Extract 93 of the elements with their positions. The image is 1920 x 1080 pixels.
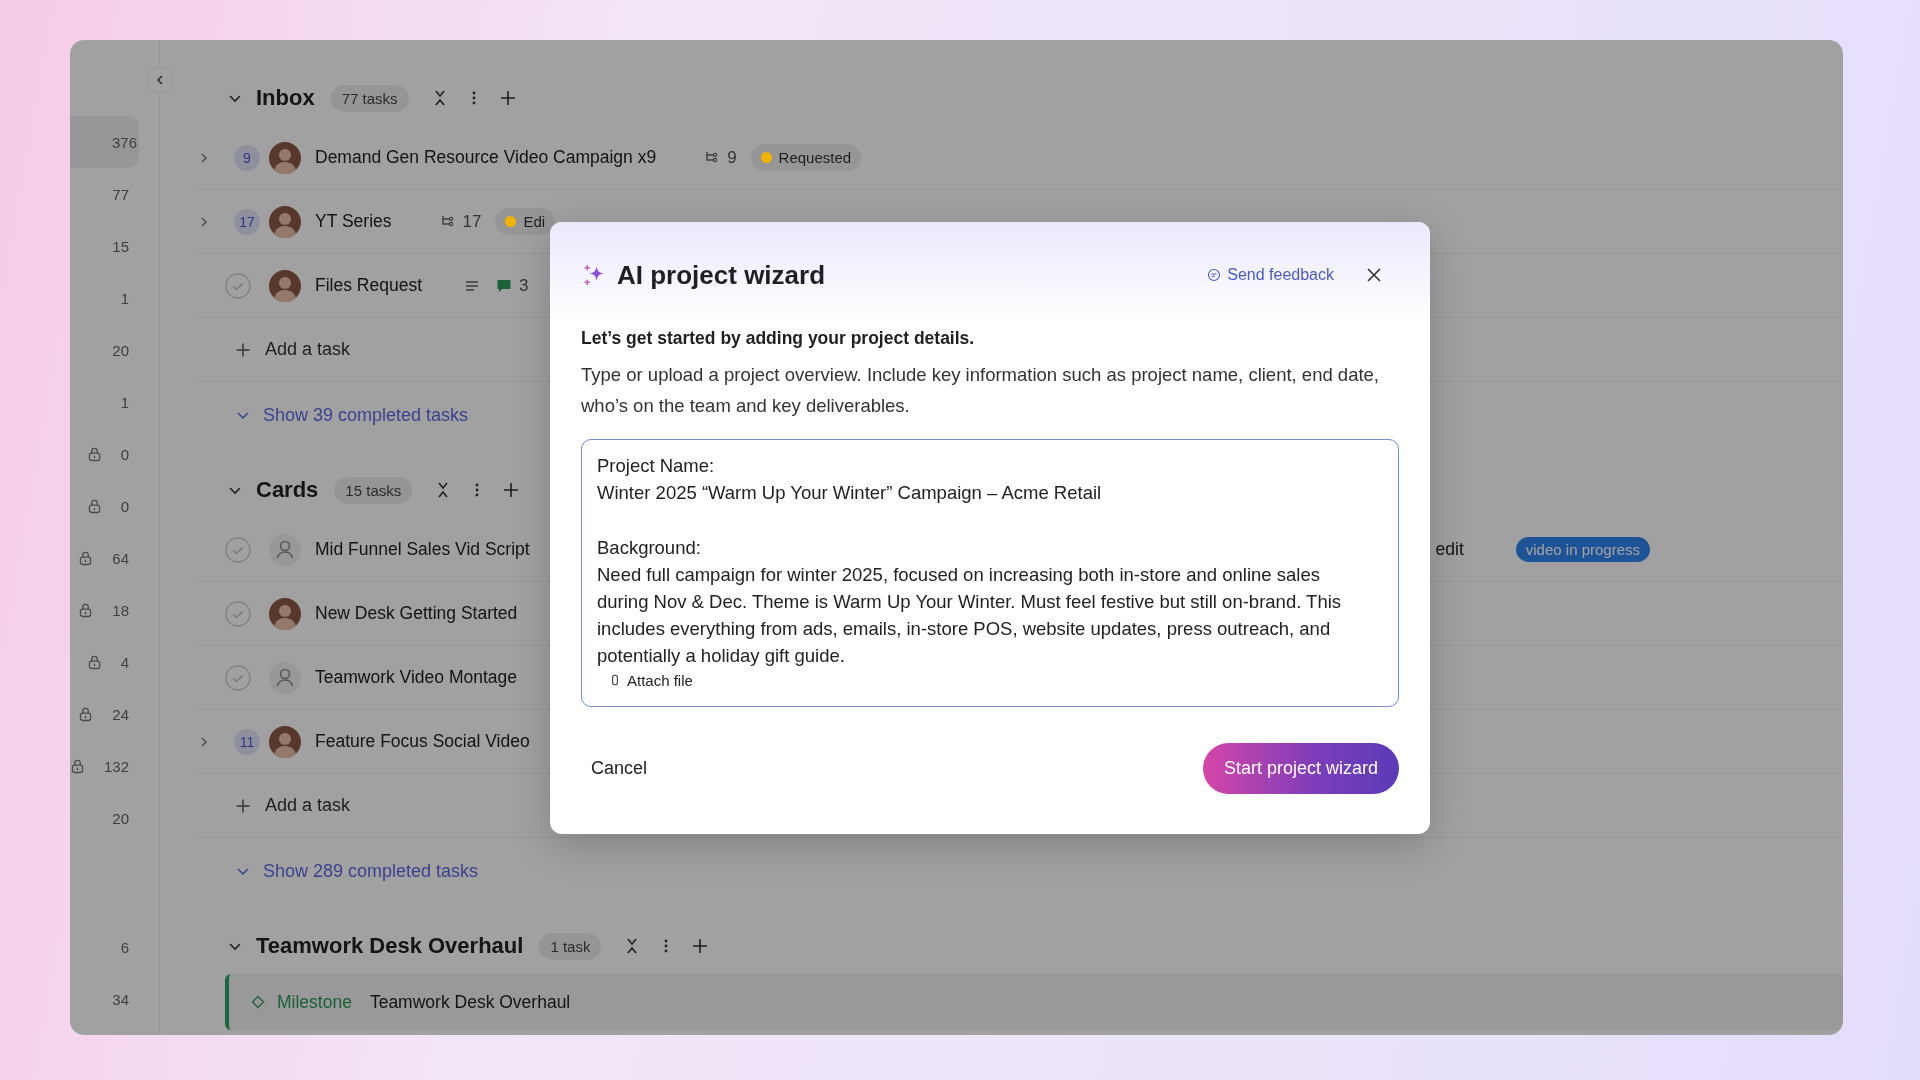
- task-title[interactable]: New Desk Getting Started: [315, 603, 518, 624]
- plus-icon: [235, 341, 251, 358]
- lock-icon: [79, 550, 93, 566]
- count-text: 0: [120, 445, 129, 463]
- attach-file-button[interactable]: Attach file: [597, 669, 707, 691]
- count-text: 376: [111, 133, 137, 151]
- lock-icon: [87, 654, 101, 670]
- project-count[interactable]: 1: [70, 376, 159, 428]
- lock-icon: [79, 602, 93, 618]
- subtask-count: 11: [234, 728, 260, 755]
- chevron-left-icon: [154, 74, 166, 86]
- diamond-icon: [251, 995, 265, 1009]
- start-wizard-button[interactable]: Start project wizard: [1202, 743, 1399, 794]
- instructions-text: Type or upload a project overview. Include key information such as project name, client, end date, who’s on the team and key deliverables.: [581, 363, 1380, 418]
- status-pill[interactable]: Edi: [495, 208, 556, 235]
- task-title[interactable]: Files Request: [315, 275, 422, 296]
- count-text: 20: [112, 809, 129, 827]
- project-count[interactable]: 132: [70, 740, 159, 792]
- task-title: Teamwork Desk Overhaul: [369, 991, 571, 1013]
- comment-count: 3: [519, 275, 529, 296]
- count-text: 77: [112, 185, 129, 203]
- dialog-title: AI project wizard: [617, 259, 826, 291]
- collapse-sidebar-button[interactable]: [146, 66, 174, 94]
- show-completed-link[interactable]: Show 289 completed tasks: [235, 856, 479, 886]
- close-icon: [1366, 267, 1382, 283]
- project-count[interactable]: 6: [70, 921, 159, 973]
- comment-icon: [496, 277, 512, 294]
- task-title[interactable]: Teamwork Video Montage: [315, 667, 517, 688]
- complete-checkbox[interactable]: [225, 536, 251, 563]
- lock-icon: [87, 446, 101, 462]
- count-text: 6: [120, 938, 129, 956]
- project-count[interactable]: 0: [70, 428, 159, 480]
- project-count[interactable]: 1: [70, 272, 159, 324]
- task-count: 77 tasks: [330, 84, 409, 112]
- subtask-count: 9: [234, 144, 260, 171]
- project-count[interactable]: 20: [70, 324, 159, 376]
- project-count[interactable]: 24: [70, 688, 159, 740]
- project-count[interactable]: 77: [70, 168, 159, 220]
- count-text: 64: [112, 549, 129, 567]
- lock-icon: [79, 706, 93, 722]
- count-text: 4: [120, 653, 129, 671]
- field-value: edit: [1435, 539, 1464, 560]
- count-text: 34: [112, 990, 129, 1008]
- complete-checkbox[interactable]: [225, 664, 251, 691]
- project-count[interactable]: 34: [70, 973, 159, 1025]
- lock-icon: [87, 498, 101, 514]
- section-title: Cards: [256, 477, 319, 503]
- add-task-button[interactable]: Add a task: [235, 335, 351, 364]
- project-count[interactable]: 20: [70, 792, 159, 844]
- intro-text: Let’s get started by adding your project details.: [581, 327, 976, 350]
- project-count[interactable]: 376: [70, 116, 139, 168]
- add-icon[interactable]: [691, 937, 710, 955]
- subtask-count-text: 9: [727, 147, 737, 168]
- complete-checkbox[interactable]: [225, 272, 251, 299]
- chat-icon: [1207, 268, 1222, 282]
- send-feedback-link[interactable]: Send feedback: [1203, 262, 1338, 288]
- count-text: 132: [103, 757, 129, 775]
- cancel-button[interactable]: Cancel: [591, 752, 648, 785]
- task-title[interactable]: YT Series: [315, 211, 392, 232]
- paperclip-icon: [611, 674, 619, 687]
- subtask-count-text: 17: [462, 211, 482, 232]
- section-title: Teamwork Desk Overhaul: [256, 933, 524, 959]
- count-text: 20: [112, 341, 129, 359]
- project-count[interactable]: 0: [70, 480, 159, 532]
- tag: video in progress: [1515, 537, 1650, 562]
- project-count[interactable]: 64: [70, 532, 159, 584]
- project-count[interactable]: 15: [70, 220, 159, 272]
- add-icon[interactable]: [502, 481, 521, 499]
- count-text: 1: [120, 393, 129, 411]
- subtask-count: 17: [234, 208, 260, 235]
- project-count[interactable]: 18: [70, 584, 159, 636]
- count-text: 15: [112, 237, 129, 255]
- lock-icon: [70, 758, 84, 774]
- task-title[interactable]: Demand Gen Resource Video Campaign x9: [315, 147, 657, 168]
- overview-field[interactable]: Project Name: Winter 2025 “Warm Up Your Winter” Campaign – Acme Retail Background: Need full campaign for winter 2025, focused on increasing both in-store and online sales during Nov & Dec. Theme is Warm Up Your Winter. Must feel festive but still on-brand. This includes everything from ads, emails, in-store POS, website updates, press outreach, and potentially a holiday gift guide. Attach file: [581, 439, 1399, 707]
- task-title[interactable]: Feature Focus Social Video: [315, 731, 530, 752]
- task-count: 15 tasks: [334, 476, 413, 504]
- count-text: 24: [112, 705, 129, 723]
- task-count: 1 task: [539, 932, 602, 960]
- section-title: Inbox: [256, 85, 315, 111]
- plus-icon: [235, 797, 251, 814]
- complete-checkbox[interactable]: [225, 600, 251, 627]
- add-task-button[interactable]: Add a task: [235, 791, 351, 820]
- status-pill[interactable]: Requested: [750, 144, 862, 171]
- milestone-row[interactable]: Milestone Teamwork Desk Overhaul: [225, 974, 1843, 1030]
- task-title[interactable]: Mid Funnel Sales Vid Script: [315, 539, 530, 560]
- milestone-label: Milestone: [277, 991, 352, 1013]
- project-count[interactable]: 4: [70, 636, 159, 688]
- count-text: 1: [120, 289, 129, 307]
- count-text: 18: [112, 601, 129, 619]
- show-completed-link[interactable]: Show 39 completed tasks: [235, 400, 469, 430]
- add-icon[interactable]: [498, 89, 517, 107]
- count-text: 0: [120, 497, 129, 515]
